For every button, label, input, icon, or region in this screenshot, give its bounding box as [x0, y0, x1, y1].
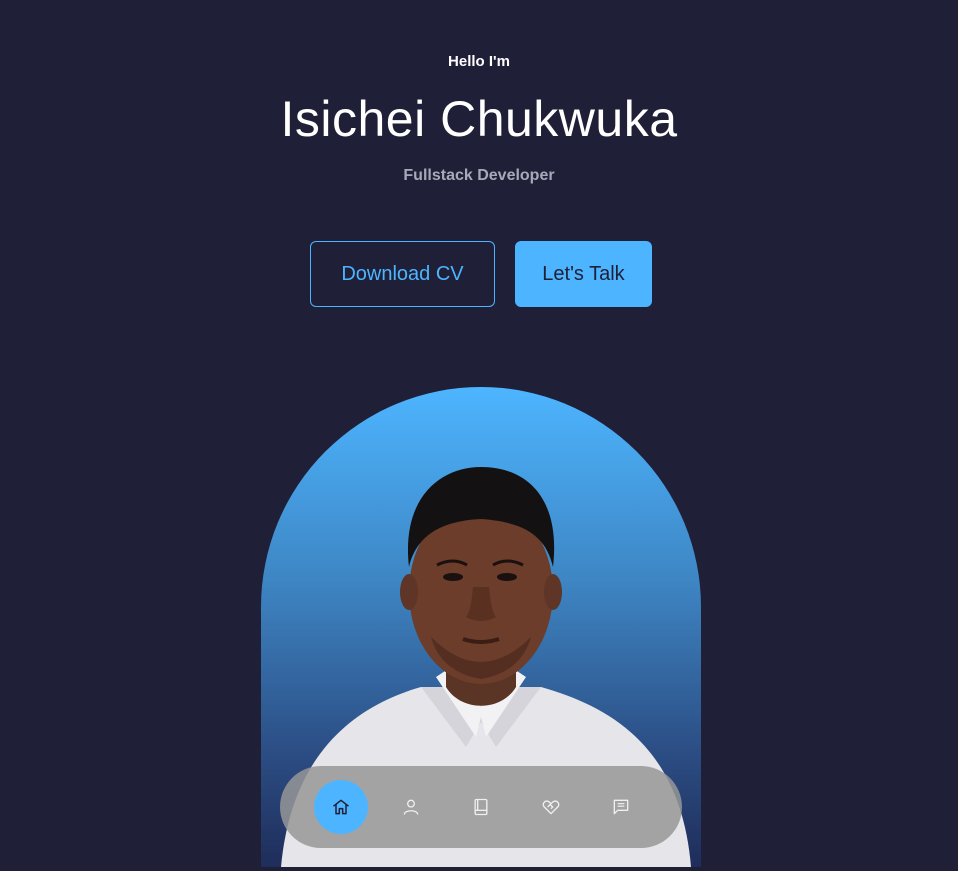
nav-experience[interactable] [454, 780, 508, 834]
home-icon [333, 799, 349, 815]
lets-talk-button[interactable]: Let's Talk [515, 241, 652, 307]
greeting-text: Hello I'm [448, 53, 510, 70]
page-title: Isichei Chukwuka [280, 91, 678, 147]
page: Hello I'm Isichei Chukwuka Fullstack Dev… [0, 0, 958, 871]
download-cv-button[interactable]: Download CV [310, 241, 495, 307]
nav-contact[interactable] [594, 780, 648, 834]
role-subtitle: Fullstack Developer [403, 167, 555, 184]
book-icon [474, 798, 488, 816]
nav-services[interactable] [524, 780, 578, 834]
services-icon [542, 800, 560, 815]
nav-about[interactable] [384, 780, 438, 834]
message-icon [613, 799, 629, 815]
user-icon [403, 799, 419, 815]
bottom-nav [280, 766, 682, 848]
nav-home[interactable] [314, 780, 368, 834]
